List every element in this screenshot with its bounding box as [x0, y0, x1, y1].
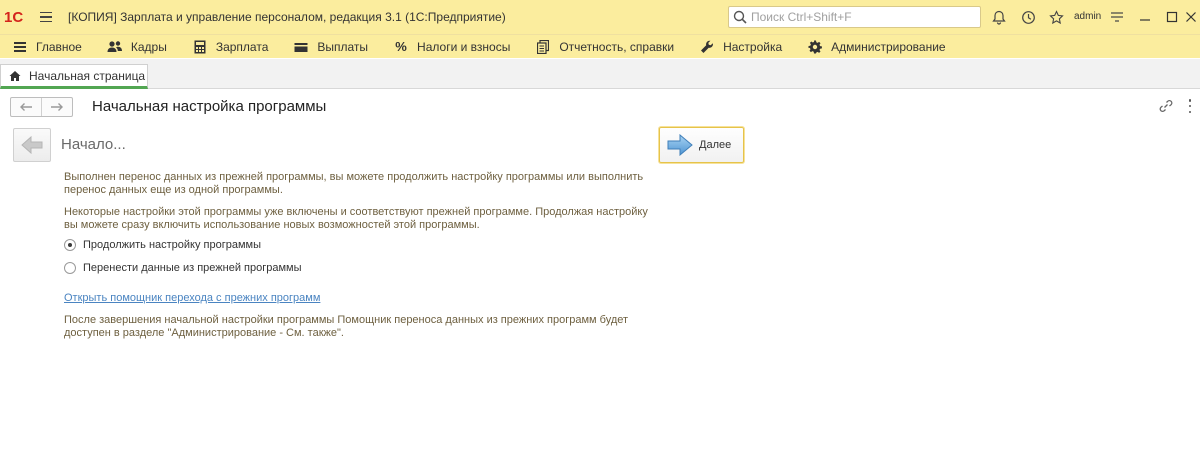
arrow-right-icon [51, 103, 63, 111]
arrow-left-icon [20, 103, 32, 111]
history-nav [10, 97, 73, 117]
tab-home[interactable]: Начальная страница [0, 64, 148, 89]
search-box[interactable] [728, 6, 981, 28]
menu-item-settings[interactable]: Настройка [691, 35, 790, 59]
search-input[interactable] [751, 10, 971, 24]
menu-item-hr[interactable]: Кадры [99, 35, 175, 59]
hamburger-icon [12, 39, 28, 55]
wallet-icon [293, 39, 309, 55]
next-button[interactable]: Далее [659, 127, 744, 163]
menu-item-reports[interactable]: Отчетность, справки [527, 35, 682, 59]
maximize-icon[interactable] [1163, 8, 1181, 26]
settings-lines-icon[interactable] [1108, 8, 1126, 26]
migration-assistant-link[interactable]: Открыть помощник перехода с прежних прог… [64, 292, 320, 304]
info-paragraph-3: После завершения начальной настройки про… [64, 314, 629, 339]
app-logo: 1С [0, 0, 34, 34]
documents-icon [535, 39, 551, 55]
link-icon[interactable] [1158, 98, 1174, 114]
wizard-back-button[interactable] [13, 128, 51, 162]
info-paragraph-1: Выполнен перенос данных из прежней прогр… [64, 171, 644, 196]
bell-icon[interactable] [990, 8, 1008, 26]
window-title: [КОПИЯ] Зарплата и управление персоналом… [68, 10, 506, 24]
user-name[interactable]: admin [1074, 11, 1101, 22]
svg-text:1С: 1С [4, 9, 23, 25]
menu-item-taxes[interactable]: % Налоги и взносы [385, 35, 518, 59]
search-icon [733, 10, 747, 24]
menu-item-salary[interactable]: Зарплата [184, 35, 277, 59]
menu-item-main[interactable]: Главное [0, 35, 90, 59]
big-arrow-right-icon [667, 134, 693, 156]
logo-1c-icon: 1С [4, 9, 23, 25]
history-icon[interactable] [1019, 8, 1037, 26]
minimize-icon[interactable] [1136, 8, 1154, 26]
people-icon [107, 39, 123, 55]
menu-item-admin[interactable]: Администрирование [799, 35, 953, 59]
radio-continue-setup[interactable]: Продолжить настройку программы [64, 239, 261, 251]
home-icon [9, 70, 21, 81]
radio-unselected-indicator[interactable] [64, 262, 76, 274]
back-nav-button[interactable] [11, 98, 42, 116]
main-menu-bar: Главное Кадры Зарплата Выплаты % Налоги … [0, 34, 1200, 58]
step-title: Начало... [61, 136, 126, 153]
percent-icon: % [395, 39, 407, 54]
gear-icon [807, 39, 823, 55]
wrench-icon [699, 39, 715, 55]
radio-transfer-data[interactable]: Перенести данные из прежней программы [64, 262, 302, 274]
more-options-icon[interactable] [1187, 99, 1193, 113]
calculator-icon [192, 39, 208, 55]
tab-bar: Начальная страница [0, 59, 1200, 89]
star-icon[interactable] [1047, 8, 1065, 26]
big-arrow-left-icon [21, 136, 43, 154]
form-title: Начальная настройка программы [92, 98, 327, 115]
close-icon[interactable] [1182, 8, 1200, 26]
radio-selected-indicator[interactable] [64, 239, 76, 251]
main-menu-icon[interactable] [34, 0, 58, 34]
menu-item-payments[interactable]: Выплаты [285, 35, 376, 59]
forward-nav-button[interactable] [42, 98, 72, 116]
info-paragraph-2: Некоторые настройки этой программы уже в… [64, 206, 648, 231]
